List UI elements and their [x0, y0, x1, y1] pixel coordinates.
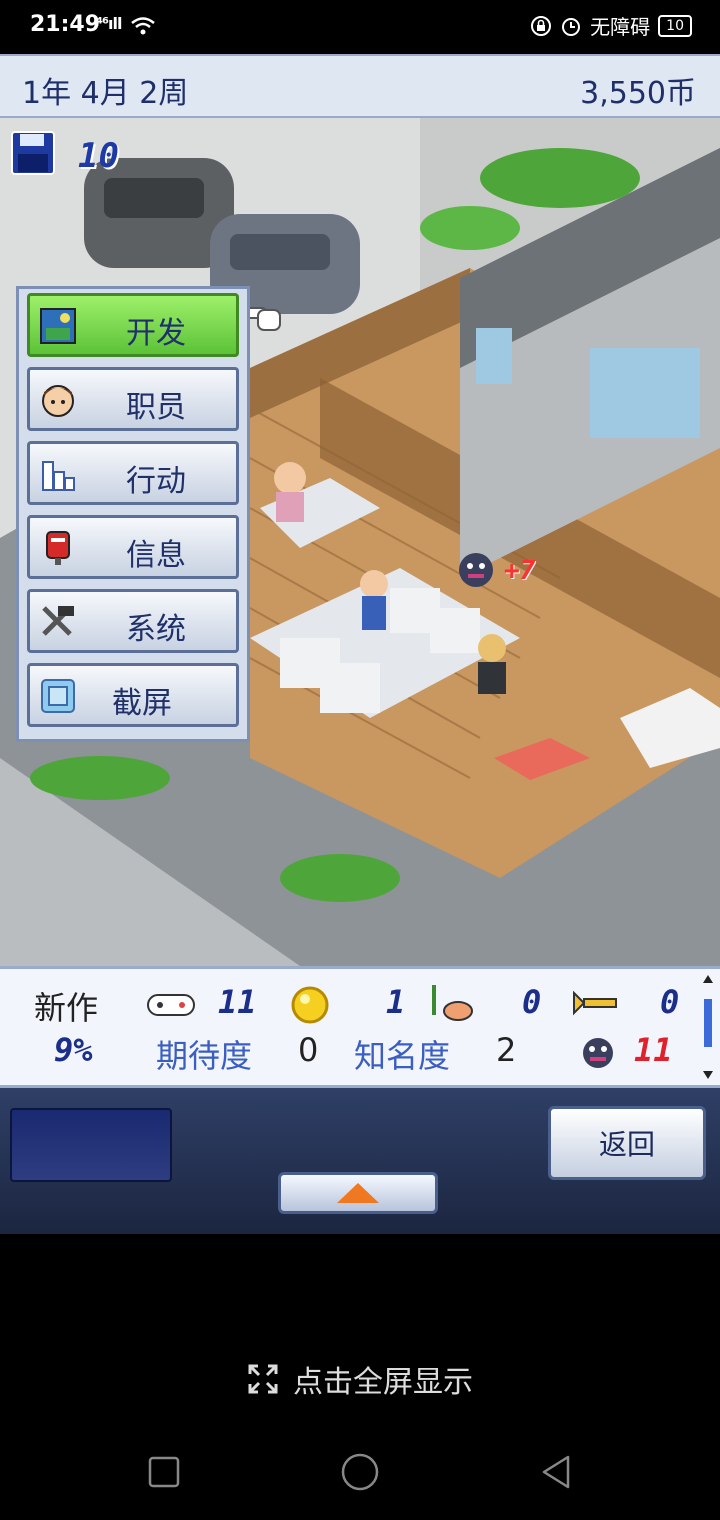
bug-bonus: +7 — [504, 556, 536, 586]
bottom-controls: 返回 — [0, 1088, 720, 1234]
fun-value: 11 — [218, 983, 257, 1021]
battery-icon: 10 — [658, 14, 692, 37]
mailbox-icon — [46, 531, 70, 565]
menu-item-action[interactable]: 行动 — [27, 441, 239, 505]
wifi-icon — [131, 17, 155, 35]
expectation-value: 0 — [298, 1031, 319, 1069]
menu-item-label: 系统 — [126, 612, 186, 647]
gold-coin-icon — [291, 986, 329, 1024]
menu-item-label: 截屏 — [112, 686, 172, 721]
money-display: 3,550币 — [580, 76, 696, 111]
fame-label: 知名度 — [354, 1037, 451, 1075]
camera-icon — [41, 679, 75, 713]
status-time: 21:49 — [30, 12, 101, 37]
expectation-label: 期待度 — [156, 1037, 253, 1075]
home-icon[interactable] — [340, 1452, 380, 1492]
menu-item-screenshot[interactable]: 截屏 — [27, 663, 239, 727]
painting-icon — [40, 308, 76, 344]
menu-item-label: 开发 — [126, 316, 186, 351]
buildings-icon — [42, 461, 75, 491]
lock-rotation-icon — [531, 15, 552, 36]
fullscreen-hint[interactable]: 点击全屏显示 — [0, 1356, 720, 1402]
tools-icon — [42, 606, 74, 636]
menu-item-develop[interactable]: 开发 — [27, 293, 239, 357]
staff-face-icon — [42, 385, 74, 417]
trumpet-icon — [573, 990, 617, 1016]
creativity-value: 1 — [386, 983, 406, 1021]
bug-monster-icon — [583, 1038, 613, 1068]
game-date: 1年 4月 2周 — [22, 76, 189, 111]
save-count: 10 — [78, 136, 119, 176]
back-nav-icon[interactable] — [538, 1454, 574, 1490]
progress-percent: 9% — [54, 1031, 93, 1069]
blank-panel-button[interactable] — [10, 1108, 172, 1182]
recent-apps-icon[interactable] — [148, 1456, 180, 1488]
save-disk-icon — [11, 131, 55, 175]
info-scrollbar[interactable] — [702, 973, 714, 1081]
gamepad-icon — [147, 994, 195, 1016]
art-palette-icon — [432, 985, 473, 1021]
system-nav-bar — [0, 1440, 720, 1510]
project-info-panel: 新作 11 1 0 0 9% 期待度 0 知名度 2 11 — [0, 966, 720, 1088]
staff-member — [478, 634, 506, 662]
sound-value: 0 — [660, 983, 680, 1021]
menu-item-label: 职员 — [126, 390, 186, 425]
game-top-bar: 1年 4月 2周 3,550币 — [0, 54, 720, 118]
menu-item-info[interactable]: 信息 — [27, 515, 239, 579]
alarm-icon — [562, 17, 581, 36]
bug-monster-icon — [459, 553, 493, 587]
menu-item-label: 信息 — [126, 538, 186, 573]
expand-icon — [248, 1364, 278, 1394]
chevron-up-icon — [337, 1183, 379, 1203]
back-button[interactable]: 返回 — [548, 1106, 706, 1180]
bug-value: 11 — [634, 1031, 673, 1069]
accessibility-label: 无障碍 — [590, 15, 651, 39]
status-bar: 21:49 ⁴⁶ıll 无障碍 10 — [0, 0, 720, 54]
main-menu: 开发 职员 行动 信息 系统 截屏 — [16, 286, 250, 742]
graphics-value: 0 — [522, 983, 542, 1021]
menu-item-label: 行动 — [126, 464, 186, 499]
menu-item-system[interactable]: 系统 — [27, 589, 239, 653]
staff-member — [274, 462, 306, 494]
fame-value: 2 — [496, 1031, 517, 1069]
expand-up-button[interactable] — [278, 1172, 438, 1214]
fullscreen-label: 点击全屏显示 — [293, 1365, 473, 1400]
signal-icon: ⁴⁶ıll — [96, 14, 122, 33]
menu-item-staff[interactable]: 职员 — [27, 367, 239, 431]
staff-member — [360, 570, 388, 598]
new-title-label: 新作 — [34, 989, 99, 1027]
